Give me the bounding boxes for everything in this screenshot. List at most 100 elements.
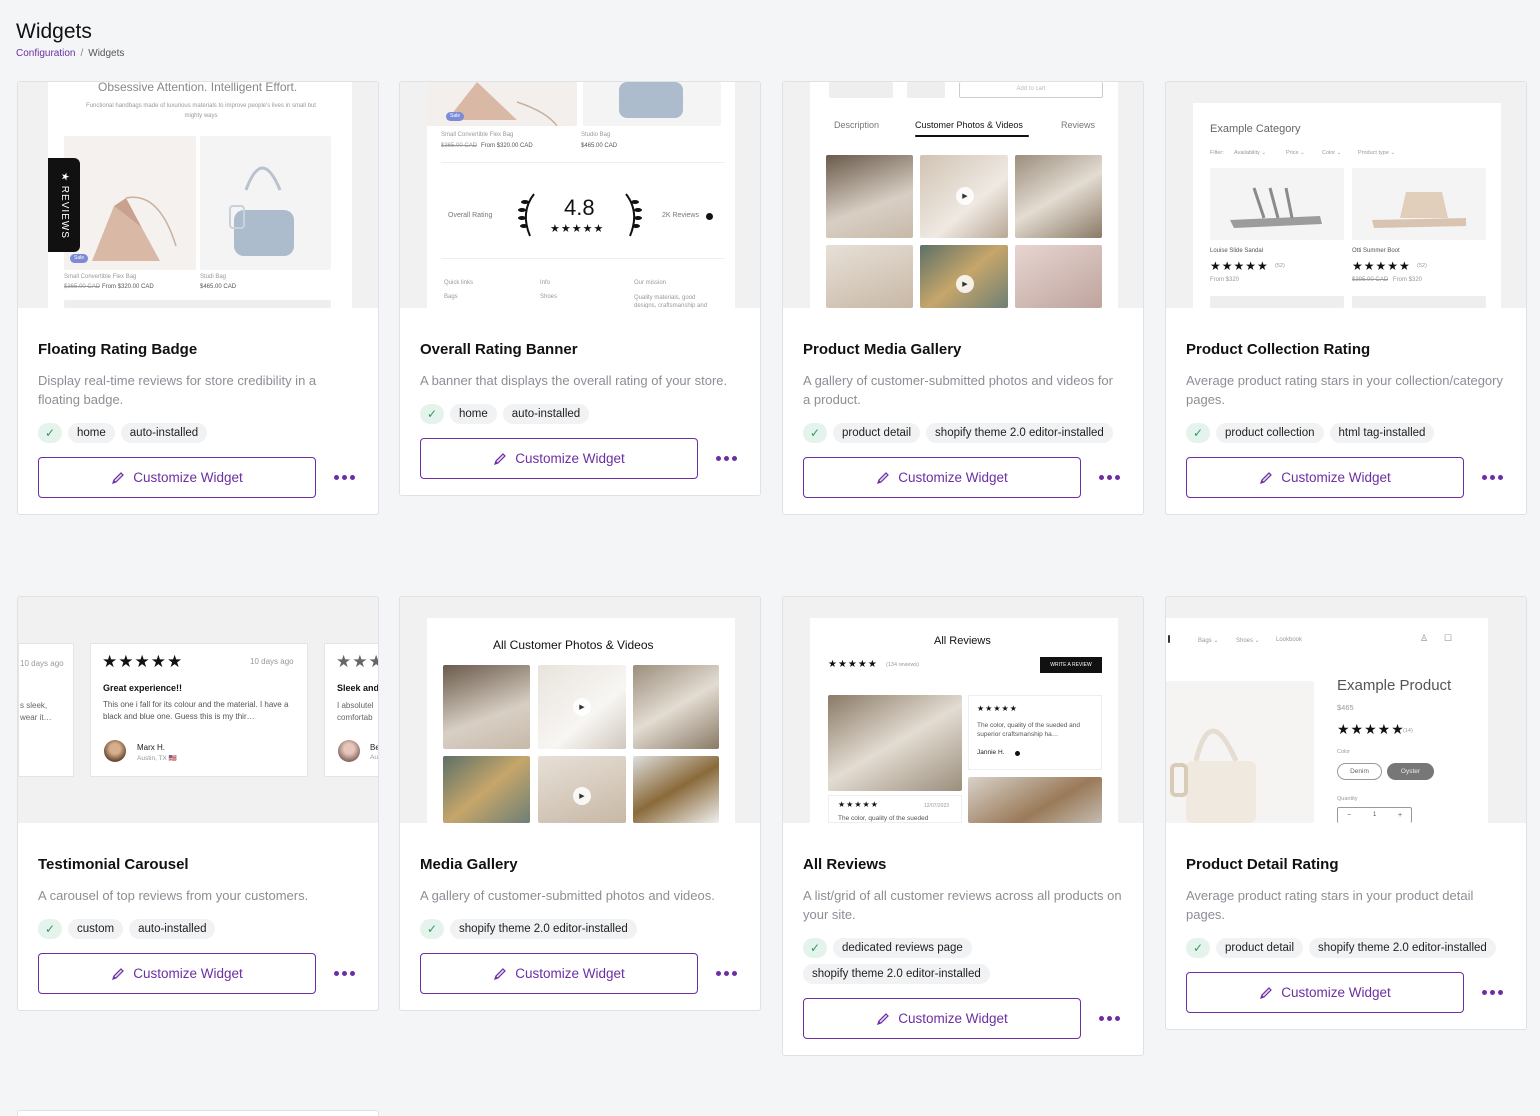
tag: custom <box>68 919 124 939</box>
customize-widget-label: Customize Widget <box>1281 470 1391 485</box>
breadcrumb-current: Widgets <box>88 48 125 59</box>
review-count: (52) <box>1275 263 1285 269</box>
divider <box>441 162 725 163</box>
product-price: $465.00 CAD <box>581 143 618 149</box>
card-description: Display real-time reviews for store cred… <box>38 373 317 407</box>
nav-lookbook[interactable]: Lookbook <box>1276 637 1302 643</box>
more-options-icon[interactable] <box>330 468 358 488</box>
tag: product detail <box>1216 938 1304 958</box>
review-date: 10 days ago <box>250 657 294 666</box>
widget-card-product-detail-rating: Bags ⌄ Shoes ⌄ Lookbook ♙ ☐ Example Prod… <box>1165 596 1527 1030</box>
tag-list: ✓ product detail shopify theme 2.0 edito… <box>803 423 1123 443</box>
breadcrumb-separator: / <box>80 48 84 59</box>
more-options-icon[interactable] <box>712 964 740 984</box>
tag-list: ✓ dedicated reviews page shopify theme 2… <box>803 938 1123 984</box>
footer-heading: Info <box>540 280 551 286</box>
rating-stars: ★★★★★ <box>977 704 1018 713</box>
filter-price[interactable]: Price ⌄ <box>1286 150 1305 156</box>
widget-card-partial <box>17 1110 379 1116</box>
tag: dedicated reviews page <box>833 938 972 958</box>
more-options-icon[interactable] <box>330 964 358 984</box>
tag: product detail <box>833 423 921 443</box>
widget-card-testimonial-carousel: 10 days ago s sleek, wear it… ★★★★★ 10 d… <box>17 596 379 1011</box>
tag-list: ✓ home auto-installed <box>38 423 358 443</box>
customize-widget-button[interactable]: Customize Widget <box>420 438 699 479</box>
review-title: Great experience!! <box>103 683 183 693</box>
widget-card-media-gallery: All Customer Photos & Videos ▶ ▶ Media G… <box>399 596 761 1011</box>
rating-stars: ★★★★★ <box>1352 259 1411 273</box>
filter-color[interactable]: Color ⌄ <box>1322 150 1341 156</box>
cart-icon[interactable]: ☐ <box>1444 633 1452 644</box>
product-image <box>583 82 721 126</box>
product-old-price: $395.00 CAD <box>1352 277 1389 283</box>
card-description: A list/grid of all customer reviews acro… <box>803 888 1122 922</box>
color-option-oyster[interactable]: Oyster <box>1387 763 1434 780</box>
gallery-photo <box>633 665 719 749</box>
customize-widget-button[interactable]: Customize Widget <box>38 457 317 498</box>
customize-widget-button[interactable]: Customize Widget <box>420 953 699 994</box>
more-options-icon[interactable] <box>1478 983 1506 1003</box>
customize-widget-button[interactable]: Customize Widget <box>1186 457 1465 498</box>
product-price: From $320.00 CAD <box>102 284 154 290</box>
color-option-denim[interactable]: Denim <box>1337 763 1382 780</box>
sale-badge: Sale <box>70 254 89 263</box>
more-options-icon[interactable] <box>712 449 740 469</box>
card-title: All Reviews <box>803 856 887 873</box>
filter-availability[interactable]: Availability ⌄ <box>1234 150 1266 156</box>
tag: html tag-installed <box>1329 423 1435 443</box>
review-photo <box>828 695 962 791</box>
quantity-value: 1 <box>1373 812 1377 818</box>
gallery-heading: All Customer Photos & Videos <box>493 638 654 652</box>
account-icon[interactable]: ♙ <box>1420 633 1428 644</box>
rating-stars: ★★★ <box>336 652 378 671</box>
tag-list: ✓ home auto-installed <box>420 404 740 424</box>
write-review-button[interactable]: WRITE A REVIEW <box>1040 657 1102 673</box>
card-description: Average product rating stars in your col… <box>1186 373 1503 407</box>
quantity-plus[interactable]: + <box>1398 812 1402 819</box>
nav-shoes[interactable]: Shoes ⌄ <box>1236 637 1260 644</box>
preview-subtext: Functional handbags made of luxurious ma… <box>86 103 316 119</box>
product-name: Studi Bag <box>200 274 227 280</box>
product-image <box>1352 168 1486 240</box>
play-icon[interactable]: ▶ <box>573 698 591 716</box>
tag: shopify theme 2.0 editor-installed <box>803 964 990 984</box>
laurel-right-icon <box>625 193 642 237</box>
check-icon: ✓ <box>38 423 62 443</box>
tag-list: ✓ product detail shopify theme 2.0 edito… <box>1186 938 1506 958</box>
review-count: (52) <box>1417 263 1427 269</box>
page-title: Widgets <box>16 20 92 43</box>
placeholder-block <box>64 300 331 308</box>
card-description: A banner that displays the overall ratin… <box>420 373 728 388</box>
play-icon[interactable]: ▶ <box>956 275 974 293</box>
reviewer-name: Be <box>370 743 378 752</box>
quantity-minus[interactable]: − <box>1347 812 1351 819</box>
customize-widget-button[interactable]: Customize Widget <box>38 953 317 994</box>
product-image <box>1166 681 1314 823</box>
footer-link: Bags <box>444 294 458 300</box>
widget-preview: 10 days ago s sleek, wear it… ★★★★★ 10 d… <box>18 597 378 823</box>
customize-widget-label: Customize Widget <box>515 451 625 466</box>
tab-description: Description <box>834 120 880 130</box>
review-text: I absolutel <box>337 701 374 710</box>
breadcrumb-link-configuration[interactable]: Configuration <box>16 48 75 59</box>
footer-heading: Our mission <box>634 280 667 286</box>
filter-product-type[interactable]: Product type ⌄ <box>1358 150 1395 156</box>
play-icon[interactable]: ▶ <box>956 187 974 205</box>
more-options-icon[interactable] <box>1478 468 1506 488</box>
card-title: Media Gallery <box>420 856 518 873</box>
customize-widget-button[interactable]: Customize Widget <box>803 998 1082 1039</box>
customize-widget-button[interactable]: Customize Widget <box>803 457 1082 498</box>
tag: auto-installed <box>129 919 216 939</box>
rating-stars: ★★★★★ <box>828 659 878 670</box>
widget-preview: Add to cart Description Customer Photos … <box>783 82 1143 308</box>
more-options-icon[interactable] <box>1095 468 1123 488</box>
floating-reviews-badge[interactable]: ★ REVIEWS <box>48 158 80 252</box>
nav-bags[interactable]: Bags ⌄ <box>1198 637 1218 644</box>
tag: auto-installed <box>502 404 590 424</box>
quantity-stepper[interactable]: − 1 + <box>1337 807 1412 823</box>
reviews-count: 2K Reviews <box>662 212 699 219</box>
more-options-icon[interactable] <box>1095 1009 1123 1029</box>
tag: shopify theme 2.0 editor-installed <box>450 919 637 939</box>
play-icon[interactable]: ▶ <box>573 787 591 805</box>
customize-widget-button[interactable]: Customize Widget <box>1186 972 1465 1013</box>
